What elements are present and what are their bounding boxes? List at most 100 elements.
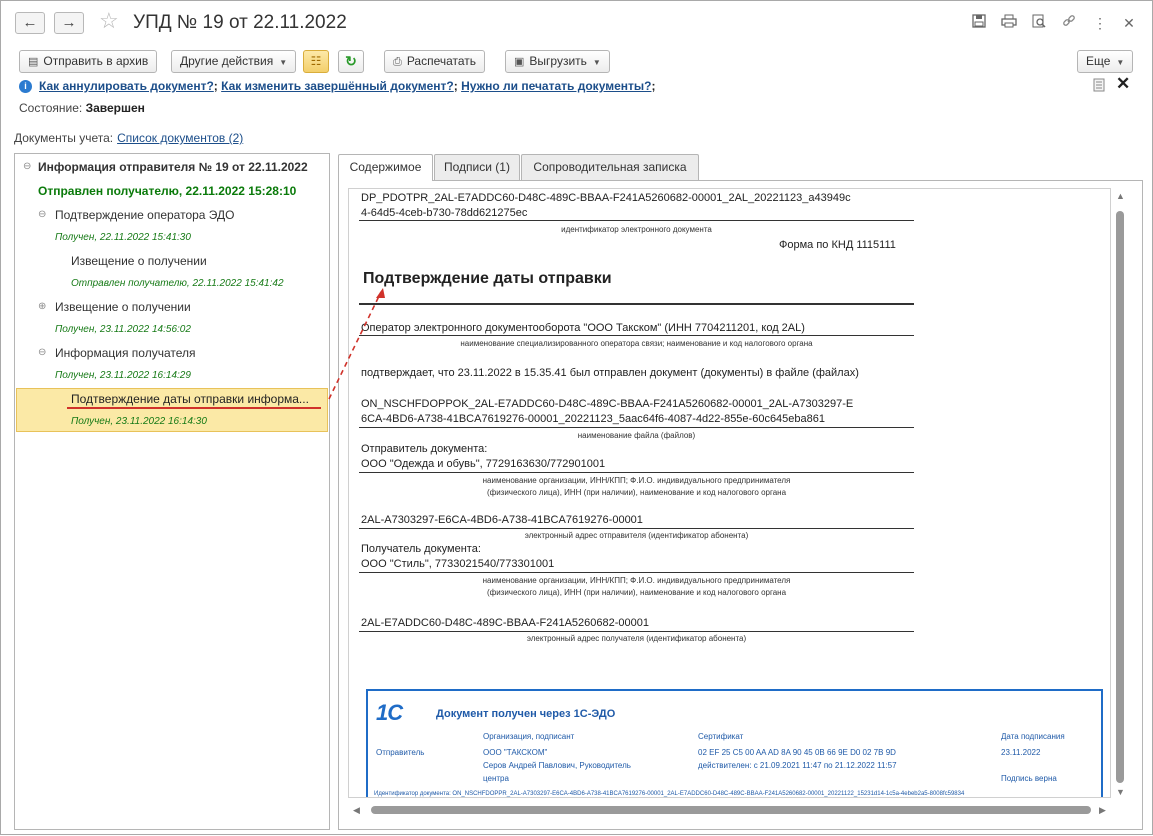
scroll-right-icon[interactable]: ▶ bbox=[1099, 805, 1106, 815]
tree-root[interactable]: Информация отправителя № 19 от 22.11.202… bbox=[38, 159, 308, 175]
divider bbox=[359, 427, 914, 428]
arrow-left-icon: ← bbox=[22, 14, 38, 31]
tree-item[interactable]: Извещение о получении bbox=[71, 253, 207, 269]
more-button[interactable]: Еще ▼ bbox=[1077, 50, 1134, 73]
stamp-org: ООО "ТАКСКОМ" bbox=[483, 748, 548, 757]
divider bbox=[359, 472, 914, 473]
tree-item[interactable]: Подтверждение оператора ЭДО bbox=[55, 207, 235, 223]
field-caption: (физического лица), ИНН (при наличии), н… bbox=[486, 488, 787, 497]
file-id-line: 4-64d5-4ceb-b730-78dd621275ec bbox=[361, 207, 528, 219]
content-panel: DP_PDOTPR_2AL-E7ADDC60-D48C-489C-BBAA-F2… bbox=[338, 180, 1143, 830]
other-actions-button[interactable]: Другие действия ▼ bbox=[171, 50, 297, 73]
print-button[interactable]: ⎙ Распечатать bbox=[384, 50, 486, 73]
scroll-down-icon[interactable]: ▼ bbox=[1116, 787, 1125, 797]
sender-value: ООО "Одежда и обувь", 7729163630/7729010… bbox=[361, 458, 606, 470]
send-archive-button[interactable]: ▤ Отправить в архив bbox=[19, 50, 158, 73]
document-view: DP_PDOTPR_2AL-E7ADDC60-D48C-489C-BBAA-F2… bbox=[348, 188, 1111, 798]
notes-icon[interactable] bbox=[1093, 78, 1105, 95]
help-link-annul[interactable]: Как аннулировать документ? bbox=[39, 79, 214, 93]
accounting-docs-line: Документы учета: Список документов (2) bbox=[14, 131, 244, 145]
printer-icon: ⎙ bbox=[393, 56, 402, 68]
arrow-right-icon: → bbox=[61, 14, 77, 31]
tab-cover-note[interactable]: Сопроводительная записка bbox=[521, 154, 699, 180]
disk-icon: ▣ bbox=[514, 56, 525, 68]
scroll-up-icon[interactable]: ▲ bbox=[1116, 191, 1125, 201]
stamp-signature-ok: Подпись верна bbox=[1001, 774, 1057, 783]
help-links: i Как аннулировать документ?; Как изменит… bbox=[19, 78, 655, 94]
expand-icon[interactable]: ⊕ bbox=[38, 299, 46, 315]
tree-root-status: Отправлен получателю, 22.11.2022 15:28:1… bbox=[38, 184, 297, 198]
collapse-icon[interactable]: ⊖ bbox=[38, 207, 46, 223]
tree-item[interactable]: Подтверждение даты отправки информа... bbox=[71, 391, 309, 407]
chevron-down-icon: ▼ bbox=[592, 58, 601, 67]
more-icon[interactable]: ⋮ bbox=[1090, 13, 1110, 33]
vertical-scrollbar[interactable]: ▲ ▼ bbox=[1113, 189, 1127, 799]
stamp-role: Отправитель bbox=[376, 748, 425, 757]
vertical-scroll-thumb[interactable] bbox=[1116, 211, 1124, 783]
divider bbox=[359, 335, 914, 336]
sender-label: Отправитель документа: bbox=[361, 443, 488, 455]
field-caption: наименование специализированного операто… bbox=[460, 339, 813, 348]
field-caption: наименование файла (файлов) bbox=[577, 431, 696, 440]
tree-item-status: Получен, 23.11.2022 14:56:02 bbox=[55, 324, 191, 335]
divider bbox=[359, 220, 914, 221]
link-icon[interactable] bbox=[1059, 13, 1079, 33]
annotation-underline bbox=[67, 407, 321, 409]
preview-icon[interactable] bbox=[1029, 13, 1049, 33]
field-caption: наименование организации, ИНН/КПП; Ф.И.О… bbox=[482, 476, 791, 485]
save-icon[interactable] bbox=[969, 13, 989, 33]
stamp-date: 23.11.2022 bbox=[1001, 748, 1041, 757]
horizontal-scrollbar[interactable]: ◀ ▶ bbox=[349, 803, 1111, 817]
structure-button[interactable]: ☷ bbox=[303, 50, 329, 73]
edo-stamp: 1С Документ получен через 1С-ЭДО Организ… bbox=[366, 689, 1103, 797]
back-button[interactable]: ← bbox=[15, 12, 45, 34]
operator-value: Оператор электронного документооборота "… bbox=[361, 322, 805, 334]
form-code: Форма по КНД 1115111 bbox=[779, 239, 896, 251]
horizontal-scroll-thumb[interactable] bbox=[371, 806, 1091, 814]
field-caption: электронный адрес отправителя (идентифик… bbox=[524, 531, 749, 540]
scroll-left-icon[interactable]: ◀ bbox=[353, 805, 360, 815]
receiver-value: ООО "Стиль", 7733021540/773301001 bbox=[361, 558, 555, 570]
document-window: ← → ☆ УПД № 19 от 22.11.2022 ⋮ ✕ ▤ Отправ… bbox=[0, 0, 1153, 835]
window-title: УПД № 19 от 22.11.2022 bbox=[133, 12, 347, 33]
tree-item[interactable]: Извещение о получении bbox=[55, 299, 191, 315]
tab-signatures[interactable]: Подписи (1) bbox=[434, 154, 520, 180]
stamp-doc-id: Идентификатор документа: ON_NSCHFDOPPR_2… bbox=[374, 791, 965, 797]
stamp-signer: центра bbox=[483, 774, 509, 783]
export-button[interactable]: ▣ Выгрузить ▼ bbox=[505, 50, 610, 73]
tree-item-status: Получен, 23.11.2022 16:14:30 bbox=[71, 416, 207, 427]
close-help-icon[interactable]: ✕ bbox=[1116, 75, 1130, 93]
docs-list-link[interactable]: Список документов (2) bbox=[117, 131, 243, 145]
refresh-button[interactable]: ↻ bbox=[338, 50, 364, 73]
help-link-print[interactable]: Нужно ли печатать документы? bbox=[461, 79, 651, 93]
state-value: Завершен bbox=[85, 101, 145, 115]
stamp-col-cert: Сертификат bbox=[698, 732, 744, 741]
sender-address: 2AL-A7303297-E6CA-4BD6-A738-41BCA7619276… bbox=[361, 514, 643, 526]
document-tree: ⊖ Информация отправителя № 19 от 22.11.2… bbox=[14, 153, 330, 830]
refresh-icon: ↻ bbox=[345, 53, 357, 69]
chevron-down-icon: ▼ bbox=[279, 58, 288, 67]
file-id-line: DP_PDOTPR_2AL-E7ADDC60-D48C-489C-BBAA-F2… bbox=[361, 192, 851, 204]
stamp-signer: Серов Андрей Павлович, Руководитель bbox=[483, 761, 631, 770]
stamp-cert-valid: действителен: с 21.09.2021 11:47 по 21.1… bbox=[698, 761, 897, 770]
doc-heading: Подтверждение даты отправки bbox=[363, 270, 612, 287]
receiver-label: Получатель документа: bbox=[361, 543, 481, 555]
chevron-down-icon: ▼ bbox=[1116, 58, 1125, 67]
field-caption: электронный адрес получателя (идентифика… bbox=[526, 634, 747, 643]
collapse-icon[interactable]: ⊖ bbox=[23, 159, 31, 175]
field-caption: наименование организации, ИНН/КПП; Ф.И.О… bbox=[482, 576, 791, 585]
tree-item[interactable]: Информация получателя bbox=[55, 345, 196, 361]
archive-icon: ▤ bbox=[28, 56, 39, 68]
help-link-change[interactable]: Как изменить завершённый документ? bbox=[221, 79, 454, 93]
1c-logo: 1С bbox=[376, 700, 403, 725]
collapse-icon[interactable]: ⊖ bbox=[38, 345, 46, 361]
receiver-address: 2AL-E7ADDC60-D48C-489C-BBAA-F241A5260682… bbox=[361, 617, 649, 629]
divider bbox=[359, 631, 914, 632]
close-icon[interactable]: ✕ bbox=[1119, 13, 1139, 33]
confirm-text: подтверждает, что 23.11.2022 в 15.35.41 … bbox=[361, 367, 859, 379]
tab-content[interactable]: Содержимое bbox=[338, 154, 433, 181]
forward-button[interactable]: → bbox=[54, 12, 84, 34]
stamp-title: Документ получен через 1С-ЭДО bbox=[436, 708, 616, 720]
star-icon[interactable]: ☆ bbox=[99, 9, 119, 33]
print-icon[interactable] bbox=[999, 13, 1019, 33]
